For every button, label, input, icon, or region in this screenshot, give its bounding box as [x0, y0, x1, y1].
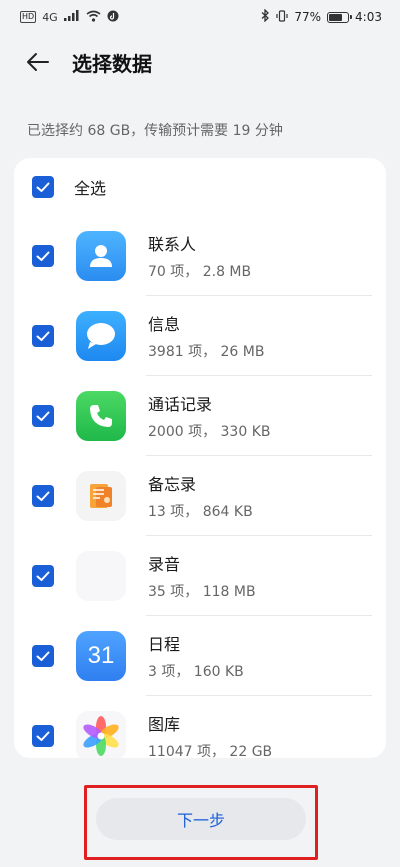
item-meta: 2000 项， 330 KB — [148, 424, 271, 440]
list-item-call-log[interactable]: 通话记录 2000 项， 330 KB — [14, 376, 386, 456]
list-item-recorder[interactable]: 录音 35 项， 118 MB — [14, 536, 386, 616]
calendar-icon: 31 — [76, 631, 126, 681]
item-name: 图库 — [148, 715, 181, 734]
list-item-contacts[interactable]: 联系人 70 项， 2.8 MB — [14, 216, 386, 296]
vibrate-icon — [276, 9, 288, 25]
battery-percent: 77% — [294, 10, 322, 24]
next-step-button[interactable]: 下一步 — [96, 798, 306, 840]
wifi-icon — [86, 10, 101, 25]
select-all-checkbox[interactable] — [32, 176, 54, 198]
item-checkbox[interactable] — [32, 245, 54, 267]
item-meta: 13 项， 864 KB — [148, 504, 253, 520]
status-bar-left: HD 4G — [20, 10, 119, 25]
item-name: 联系人 — [148, 235, 197, 254]
item-checkbox[interactable] — [32, 645, 54, 667]
check-icon — [36, 731, 50, 741]
select-all-label: 全选 — [74, 179, 107, 198]
status-bar: HD 4G 77% 4:03 — [0, 0, 400, 34]
selection-summary: 已选择约 68 GB，传输预计需要 19 分钟 — [27, 123, 283, 139]
title-bar: 选择数据 — [0, 38, 400, 86]
page-title: 选择数据 — [72, 51, 152, 76]
list-item-notes[interactable]: 备忘录 13 项， 864 KB — [14, 456, 386, 536]
footer: 下一步 — [0, 758, 400, 867]
item-name: 录音 — [148, 555, 181, 574]
check-icon — [36, 182, 50, 192]
contacts-icon — [76, 231, 126, 281]
item-name: 日程 — [148, 635, 181, 654]
hd-badge: HD — [20, 11, 37, 23]
recorder-icon — [76, 551, 126, 601]
list-item-gallery[interactable]: 图库 11047 项， 22 GB — [14, 696, 386, 758]
battery-icon — [327, 11, 353, 23]
item-meta: 3 项， 160 KB — [148, 664, 244, 680]
item-checkbox[interactable] — [32, 565, 54, 587]
item-name: 备忘录 — [148, 475, 197, 494]
item-meta: 3981 项， 26 MB — [148, 344, 265, 360]
check-icon — [36, 411, 50, 421]
check-icon — [36, 491, 50, 501]
gallery-icon — [76, 711, 126, 758]
list-item-messages[interactable]: 信息 3981 项， 26 MB — [14, 296, 386, 376]
item-meta: 35 项， 118 MB — [148, 584, 256, 600]
item-meta: 70 项， 2.8 MB — [148, 264, 252, 280]
messages-icon — [76, 311, 126, 361]
item-checkbox[interactable] — [32, 405, 54, 427]
check-icon — [36, 571, 50, 581]
item-checkbox[interactable] — [32, 485, 54, 507]
select-all-row[interactable]: 全选 — [14, 158, 386, 216]
check-icon — [36, 651, 50, 661]
tiktok-icon — [107, 10, 119, 25]
item-name: 通话记录 — [148, 395, 213, 414]
signal-icon — [63, 10, 80, 24]
item-name: 信息 — [148, 315, 181, 334]
back-arrow-icon[interactable] — [22, 46, 54, 78]
check-icon — [36, 331, 50, 341]
bluetooth-icon — [261, 8, 270, 25]
data-list-card: 全选 联系人 70 项， 2.8 MB 信息 3981 项， 26 MB 通话记… — [14, 158, 386, 758]
phone-icon — [76, 391, 126, 441]
list-item-calendar[interactable]: 31 日程 3 项， 160 KB — [14, 616, 386, 696]
item-checkbox[interactable] — [32, 725, 54, 747]
signal-label: 4G — [42, 10, 58, 24]
check-icon — [36, 251, 50, 261]
calendar-icon-day: 31 — [87, 642, 115, 669]
item-checkbox[interactable] — [32, 325, 54, 347]
clock: 4:03 — [355, 10, 382, 24]
status-bar-right: 77% 4:03 — [261, 8, 382, 25]
notes-icon — [76, 471, 126, 521]
item-meta: 11047 项， 22 GB — [148, 744, 273, 758]
